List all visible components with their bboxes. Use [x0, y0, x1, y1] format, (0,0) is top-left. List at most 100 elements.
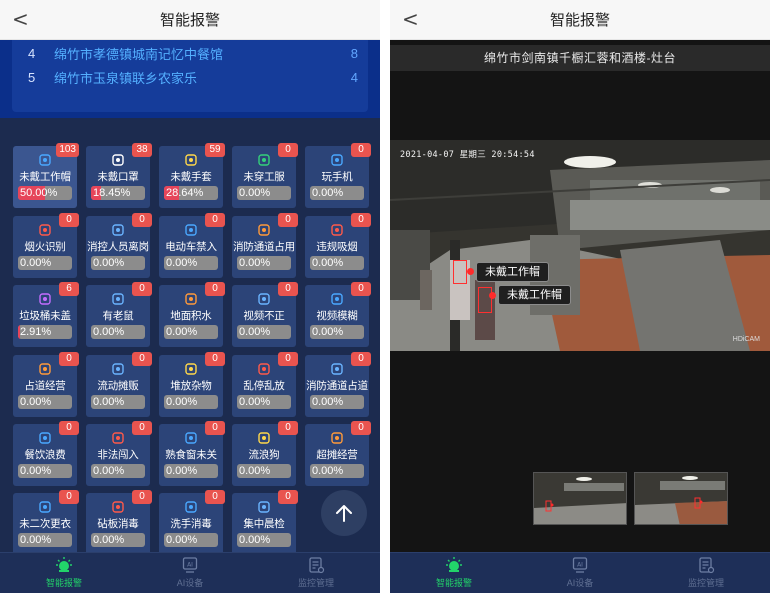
ratio-text: 0.00%: [166, 465, 198, 477]
alarm-tile[interactable]: 0 违规吸烟 0.00%: [305, 213, 371, 278]
alarm-snapshot[interactable]: 2021-04-07 星期三 20:54:54 HDiCAM 未戴工作帽 未戴工…: [390, 140, 770, 351]
booth-icon: [331, 432, 343, 444]
alarm-tile[interactable]: 0 集中晨检 0.00%: [232, 490, 298, 555]
alarm-tile[interactable]: 0 地面积水 0.00%: [159, 282, 225, 347]
alarm-tile[interactable]: 0 未穿工服 0.00%: [232, 143, 298, 208]
count-badge: 0: [278, 421, 298, 435]
timestamp: 2021-04-07 星期三 20:54:54: [400, 150, 535, 160]
detection-dot: [489, 292, 496, 299]
alarm-tile[interactable]: 0 玩手机 0.00%: [305, 143, 371, 208]
alarm-tile[interactable]: 0 流浪狗 0.00%: [232, 421, 298, 486]
fire-icon: [39, 224, 51, 236]
alarm-tile[interactable]: 0 占道经营 0.00%: [13, 352, 79, 417]
shop-name: 绵竹市玉泉镇联乡农家乐: [54, 70, 198, 86]
top-app-bar: < 智能报警: [0, 0, 380, 40]
count-badge: 0: [132, 352, 152, 366]
detection-box: [453, 260, 467, 284]
nav-label: 监控管理: [687, 578, 724, 588]
ratio-bar: 0.00%: [164, 533, 218, 547]
ratio-text: 28.64%: [166, 187, 204, 199]
count-badge: 0: [351, 352, 371, 366]
tile-label: 垃圾桶未盖: [19, 310, 71, 322]
arrow-up-icon: [336, 505, 352, 522]
ratio-bar: 0.00%: [237, 464, 291, 478]
chef-hat-icon: [39, 154, 51, 166]
alarm-tile[interactable]: 0 堆放杂物 0.00%: [159, 352, 225, 417]
alarm-tile[interactable]: 0 电动车禁入 0.00%: [159, 213, 225, 278]
top-app-bar: < 智能报警: [390, 0, 770, 40]
nav-item-ai-device[interactable]: AI AI设备: [540, 556, 620, 589]
count-badge: 0: [59, 421, 79, 435]
alarm-tile[interactable]: 103 未戴工作帽 50.00%: [13, 143, 79, 208]
alarm-tile[interactable]: 0 非法闯入 0.00%: [86, 421, 152, 486]
list-item[interactable]: 5 绵竹市玉泉镇联乡农家乐 4: [28, 66, 358, 88]
ratio-text: 0.00%: [312, 465, 344, 477]
nav-item-alarm[interactable]: 智能报警: [414, 556, 494, 589]
alarm-tile[interactable]: 0 流动摊贩 0.00%: [86, 352, 152, 417]
alarm-tile[interactable]: 6 垃圾桶未盖 2.91%: [13, 282, 79, 347]
alarm-count: 4: [350, 69, 358, 85]
ratio-text: 50.00%: [20, 187, 58, 199]
trash-icon: [39, 293, 51, 305]
tile-label: 地面积水: [170, 310, 212, 322]
alarm-tile[interactable]: 0 消防通道占用 0.00%: [232, 213, 298, 278]
stall-icon: [39, 363, 51, 375]
alarm-tile[interactable]: 59 未戴手套 28.64%: [159, 143, 225, 208]
alarm-icon: [56, 557, 72, 572]
ratio-bar: 0.00%: [310, 464, 364, 478]
alarm-tile[interactable]: 0 消控人员离岗 0.00%: [86, 213, 152, 278]
count-badge: 0: [205, 352, 225, 366]
tile-label: 占道经营: [24, 380, 66, 392]
alarm-tile[interactable]: 38 未戴口罩 18.45%: [86, 143, 152, 208]
ratio-text: 0.00%: [20, 396, 52, 408]
alarm-detail-screen: < 智能报警 绵竹市剑南镇千橱汇蓉和酒楼-灶台 2021-04-07 星期三 2…: [390, 0, 770, 593]
alarm-tile[interactable]: 0 熟食窗未关 0.00%: [159, 421, 225, 486]
ratio-bar: 0.00%: [310, 325, 364, 339]
tile-label: 乱停乱放: [243, 380, 285, 392]
alarm-tile[interactable]: 0 有老鼠 0.00%: [86, 282, 152, 347]
alarm-tile[interactable]: 0 视频不正 0.00%: [232, 282, 298, 347]
kitchen-scene-image: [390, 140, 770, 351]
ratio-text: 0.00%: [93, 534, 125, 546]
ratio-text: 0.00%: [166, 396, 198, 408]
snapshot-thumbnail[interactable]: [634, 472, 728, 525]
alarm-tile[interactable]: 0 未二次更衣 0.00%: [13, 490, 79, 555]
alarm-tile[interactable]: 0 乱停乱放 0.00%: [232, 352, 298, 417]
mask-icon: [112, 154, 124, 166]
alarm-tile[interactable]: 0 烟火识别 0.00%: [13, 213, 79, 278]
alarm-tile[interactable]: 0 视频模糊 0.00%: [305, 282, 371, 347]
tile-label: 烟火识别: [24, 241, 66, 253]
nav-item-alarm[interactable]: 智能报警: [24, 556, 104, 589]
back-button[interactable]: <: [12, 8, 29, 30]
tile-label: 有老鼠: [102, 310, 134, 322]
alarm-tile[interactable]: 0 超摊经营 0.00%: [305, 421, 371, 486]
alarm-tile[interactable]: 0 餐饮浪费 0.00%: [13, 421, 79, 486]
ratio-text: 0.00%: [93, 396, 125, 408]
count-badge: 0: [278, 213, 298, 227]
alarm-tile[interactable]: 0 洗手消毒 0.00%: [159, 490, 225, 555]
ranking-panel: 4 绵竹市孝德镇城南记忆中餐馆 8 5 绵竹市玉泉镇联乡农家乐 4: [0, 40, 380, 118]
tile-label: 餐饮浪费: [24, 449, 66, 461]
tile-label: 集中晨检: [243, 518, 285, 530]
tile-label: 消防通道占道: [306, 380, 368, 392]
alarm-tile[interactable]: 0 消防通道占道 0.00%: [305, 352, 371, 417]
ratio-bar: 0.00%: [91, 395, 145, 409]
pile-icon: [185, 363, 197, 375]
ratio-bar: 0.00%: [18, 256, 72, 270]
count-badge: 0: [205, 213, 225, 227]
scroll-top-button[interactable]: [321, 490, 367, 536]
tile-label: 熟食窗未关: [165, 449, 217, 461]
list-item[interactable]: 4 绵竹市孝德镇城南记忆中餐馆 8: [28, 42, 358, 64]
mouse-icon: [112, 293, 124, 305]
ratio-text: 0.00%: [239, 257, 271, 269]
alarm-tile[interactable]: 0 砧板消毒 0.00%: [86, 490, 152, 555]
count-badge: 0: [132, 282, 152, 296]
nav-item-monitor[interactable]: 监控管理: [276, 556, 356, 589]
nav-item-ai-device[interactable]: AI AI设备: [150, 556, 230, 589]
snapshot-thumbnail[interactable]: [533, 472, 627, 525]
nav-item-monitor[interactable]: 监控管理: [666, 556, 746, 589]
tile-label: 消控人员离岗: [87, 241, 149, 253]
uniform-icon: [258, 154, 270, 166]
tile-label: 视频模糊: [316, 310, 358, 322]
back-button[interactable]: <: [402, 8, 419, 30]
